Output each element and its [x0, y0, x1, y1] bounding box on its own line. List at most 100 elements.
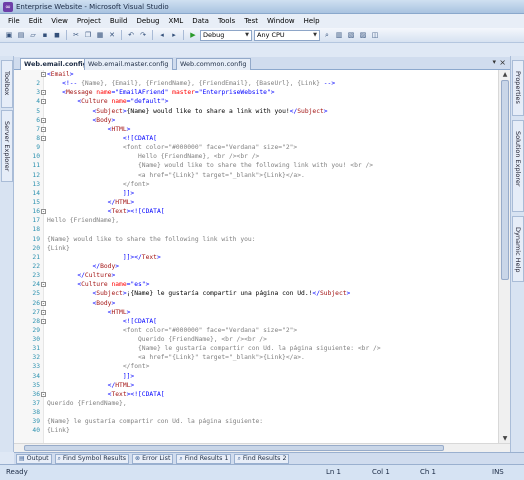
code-line[interactable]: 21 ]]></Text>: [14, 253, 498, 262]
tab-web-email-master-config[interactable]: Web.email.master.config: [84, 58, 173, 70]
navigate-forward-icon[interactable]: ▸: [169, 30, 179, 40]
code-line[interactable]: 27- <HTML>: [14, 308, 498, 317]
code-line[interactable]: 7- <HTML>: [14, 125, 498, 134]
code-line[interactable]: 34 ]]>: [14, 372, 498, 381]
collapse-region-icon[interactable]: -: [41, 135, 46, 141]
code-line[interactable]: 11 {Name} would like to share the follow…: [14, 161, 498, 170]
save-icon[interactable]: ▪: [40, 30, 50, 40]
code-line[interactable]: 15 </HTML>: [14, 198, 498, 207]
code-line[interactable]: 28- <![CDATA[: [14, 317, 498, 326]
scroll-thumb[interactable]: [501, 80, 509, 280]
code-editor[interactable]: - <Email> 2 <!-- {Name}, {Email}, {FriendN…: [14, 70, 510, 443]
menu-debug[interactable]: Debug: [136, 17, 159, 25]
menu-window[interactable]: Window: [267, 17, 295, 25]
menu-view[interactable]: View: [51, 17, 68, 25]
scroll-thumb[interactable]: [24, 445, 444, 451]
code-line[interactable]: 19 {Name} would like to share the followi…: [14, 235, 498, 244]
collapse-region-icon[interactable]: -: [41, 318, 46, 324]
properties-icon[interactable]: ▧: [346, 30, 356, 40]
navigate-back-icon[interactable]: ◂: [157, 30, 167, 40]
collapse-region-icon[interactable]: -: [41, 309, 46, 315]
code-line[interactable]: 39 {Name} le gustaría compartir con Ud. l…: [14, 417, 498, 426]
collapse-region-icon[interactable]: -: [41, 391, 46, 397]
solution-explorer-tab[interactable]: Solution Explorer: [512, 120, 524, 212]
paste-icon[interactable]: ▦: [95, 30, 105, 40]
tab-find-symbol-results[interactable]: ⌕ Find Symbol Results: [54, 453, 130, 464]
collapse-region-icon[interactable]: -: [41, 209, 46, 215]
code-line[interactable]: 24- <Culture name="es">: [14, 280, 498, 289]
copy-icon[interactable]: ❐: [83, 30, 93, 40]
new-project-icon[interactable]: ▣: [4, 30, 14, 40]
close-document-icon[interactable]: ×: [499, 58, 506, 67]
code-line[interactable]: 9 <font color="#000000" face="Verdana" s…: [14, 143, 498, 152]
code-line[interactable]: 29 <font color="#000000" face="Verdana" …: [14, 326, 498, 335]
code-line[interactable]: 20 {Link}: [14, 244, 498, 253]
properties-tab[interactable]: Properties: [512, 60, 524, 116]
find-icon[interactable]: ⌕: [322, 30, 332, 40]
code-line[interactable]: 8- <![CDATA[: [14, 134, 498, 143]
tab-output[interactable]: ▤ Output: [16, 453, 52, 464]
collapse-region-icon[interactable]: -: [41, 90, 46, 96]
code-line[interactable]: 40 {Link}: [14, 426, 498, 435]
code-line[interactable]: 14 ]]>: [14, 189, 498, 198]
code-line[interactable]: 16- <Text><![CDATA[: [14, 207, 498, 216]
toolbox-tab[interactable]: Toolbox: [1, 60, 13, 108]
code-line[interactable]: 12 <a href="{Link}" target="_blank">{Lin…: [14, 171, 498, 180]
code-line[interactable]: 5 <Subject>{Name} would like to share a …: [14, 107, 498, 116]
dynamic-help-tab[interactable]: Dynamic Help: [512, 216, 524, 282]
code-line[interactable]: - <Email>: [14, 70, 498, 79]
toolbox-icon[interactable]: ▨: [358, 30, 368, 40]
active-files-dropdown-icon[interactable]: ▾: [492, 58, 496, 66]
menu-data[interactable]: Data: [192, 17, 209, 25]
code-line[interactable]: 38: [14, 408, 498, 417]
menu-tools[interactable]: Tools: [218, 17, 235, 25]
code-line[interactable]: 2 <!-- {Name}, {Email}, {FriendName}, {F…: [14, 79, 498, 88]
save-all-icon[interactable]: ◼: [52, 30, 62, 40]
code-line[interactable]: 17 Hello {FriendName},: [14, 216, 498, 225]
tab-find-results-1[interactable]: ⌕ Find Results 1: [176, 453, 232, 464]
solution-platform-select[interactable]: Any CPU ▼: [254, 29, 320, 41]
start-debugging-icon[interactable]: ▶: [188, 30, 198, 40]
menu-project[interactable]: Project: [77, 17, 101, 25]
delete-icon[interactable]: ✕: [107, 30, 117, 40]
tab-web-common-config[interactable]: Web.common.config: [176, 58, 251, 70]
solution-explorer-icon[interactable]: ▥: [334, 30, 344, 40]
tab-find-results-2[interactable]: ⌕ Find Results 2: [234, 453, 290, 464]
code-line[interactable]: 25 <Subject>¡{Name} le gustaría comparti…: [14, 289, 498, 298]
code-line[interactable]: 4- <Culture name="default">: [14, 97, 498, 106]
scroll-down-icon[interactable]: ▼: [500, 434, 510, 443]
collapse-region-icon[interactable]: -: [41, 300, 46, 306]
code-line[interactable]: 22 </Body>: [14, 262, 498, 271]
collapse-region-icon[interactable]: -: [41, 72, 46, 78]
cut-icon[interactable]: ✂: [71, 30, 81, 40]
object-browser-icon[interactable]: ◫: [370, 30, 380, 40]
redo-icon[interactable]: ↷: [138, 30, 148, 40]
code-line[interactable]: 6- <Body>: [14, 116, 498, 125]
collapse-region-icon[interactable]: -: [41, 99, 46, 105]
undo-icon[interactable]: ↶: [126, 30, 136, 40]
solution-configuration-select[interactable]: Debug ▼: [200, 29, 252, 41]
collapse-region-icon[interactable]: -: [41, 282, 46, 288]
collapse-region-icon[interactable]: -: [41, 126, 46, 132]
code-line[interactable]: 18: [14, 225, 498, 234]
menu-file[interactable]: File: [8, 17, 20, 25]
code-line[interactable]: 36- <Text><![CDATA[: [14, 390, 498, 399]
code-line[interactable]: 26- <Body>: [14, 299, 498, 308]
scroll-up-icon[interactable]: ▲: [500, 70, 510, 79]
server-explorer-tab[interactable]: Server Explorer: [1, 110, 13, 182]
menu-help[interactable]: Help: [304, 17, 320, 25]
code-line[interactable]: 35 </HTML>: [14, 381, 498, 390]
menu-build[interactable]: Build: [110, 17, 128, 25]
code-line[interactable]: 32 <a href="{Link}" target="_blank">{Lin…: [14, 353, 498, 362]
open-file-icon[interactable]: ▱: [28, 30, 38, 40]
menu-edit[interactable]: Edit: [29, 17, 43, 25]
code-line[interactable]: 23 </Culture>: [14, 271, 498, 280]
code-line[interactable]: 13 </font>: [14, 180, 498, 189]
code-line[interactable]: 31 {Name} le gustaría compartir con Ud. …: [14, 344, 498, 353]
code-line[interactable]: 37 Querido {FriendName},: [14, 399, 498, 408]
menu-test[interactable]: Test: [244, 17, 258, 25]
code-line[interactable]: 3- <Message name="EmailAFriend" master="…: [14, 88, 498, 97]
add-item-icon[interactable]: ▤: [16, 30, 26, 40]
code-line[interactable]: 33 </font>: [14, 362, 498, 371]
menu-xml[interactable]: XML: [168, 17, 183, 25]
